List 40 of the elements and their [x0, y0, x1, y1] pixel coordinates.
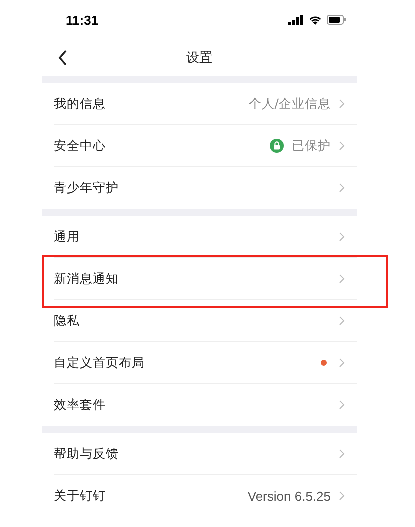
chevron-icon [339, 274, 345, 284]
settings-row[interactable]: 效率套件 [42, 384, 357, 426]
battery-icon [327, 15, 347, 25]
back-icon[interactable] [58, 50, 68, 66]
settings-row[interactable]: 青少年守护 [42, 167, 357, 209]
chevron-icon [339, 183, 345, 193]
wifi-icon [309, 15, 322, 25]
signal-icon [288, 15, 304, 25]
chevron-icon [339, 358, 345, 368]
chevron-icon [339, 491, 345, 501]
settings-row[interactable]: 帮助与反馈 [42, 433, 357, 475]
row-label: 自定义首页布局 [54, 354, 145, 372]
row-label: 效率套件 [54, 396, 106, 414]
row-label: 青少年守护 [54, 180, 119, 196]
status-time: 11:31 [66, 12, 100, 28]
chevron-icon [339, 99, 345, 109]
page-title: 设置 [186, 50, 212, 67]
settings-row[interactable]: 关于钉钉 Version 6.5.25 [42, 475, 357, 517]
settings-row[interactable]: 安全中心 已保护 [42, 125, 357, 167]
chevron-icon [339, 316, 345, 326]
row-label: 帮助与反馈 [54, 446, 119, 462]
chevron-icon [339, 449, 345, 459]
settings-row[interactable]: 通用 [42, 216, 357, 258]
row-label: 我的信息 [54, 96, 106, 112]
settings-row[interactable]: 新消息通知 [42, 258, 357, 300]
settings-row[interactable]: 我的信息 个人/企业信息 [42, 83, 357, 125]
row-label: 隐私 [54, 312, 80, 330]
chevron-icon [339, 141, 345, 151]
row-label: 安全中心 [54, 138, 106, 154]
settings-row[interactable]: 隐私 [42, 300, 357, 342]
row-label: 通用 [54, 228, 80, 246]
row-label: 新消息通知 [54, 270, 119, 288]
settings-row[interactable]: 自定义首页布局 [42, 342, 357, 384]
chevron-icon [339, 400, 345, 410]
row-value: Version 6.5.25 [248, 488, 331, 504]
row-value: 已保护 [292, 138, 331, 154]
row-label: 关于钉钉 [54, 488, 106, 504]
lock-icon [270, 139, 284, 153]
chevron-icon [339, 232, 345, 242]
row-value: 个人/企业信息 [248, 96, 331, 112]
